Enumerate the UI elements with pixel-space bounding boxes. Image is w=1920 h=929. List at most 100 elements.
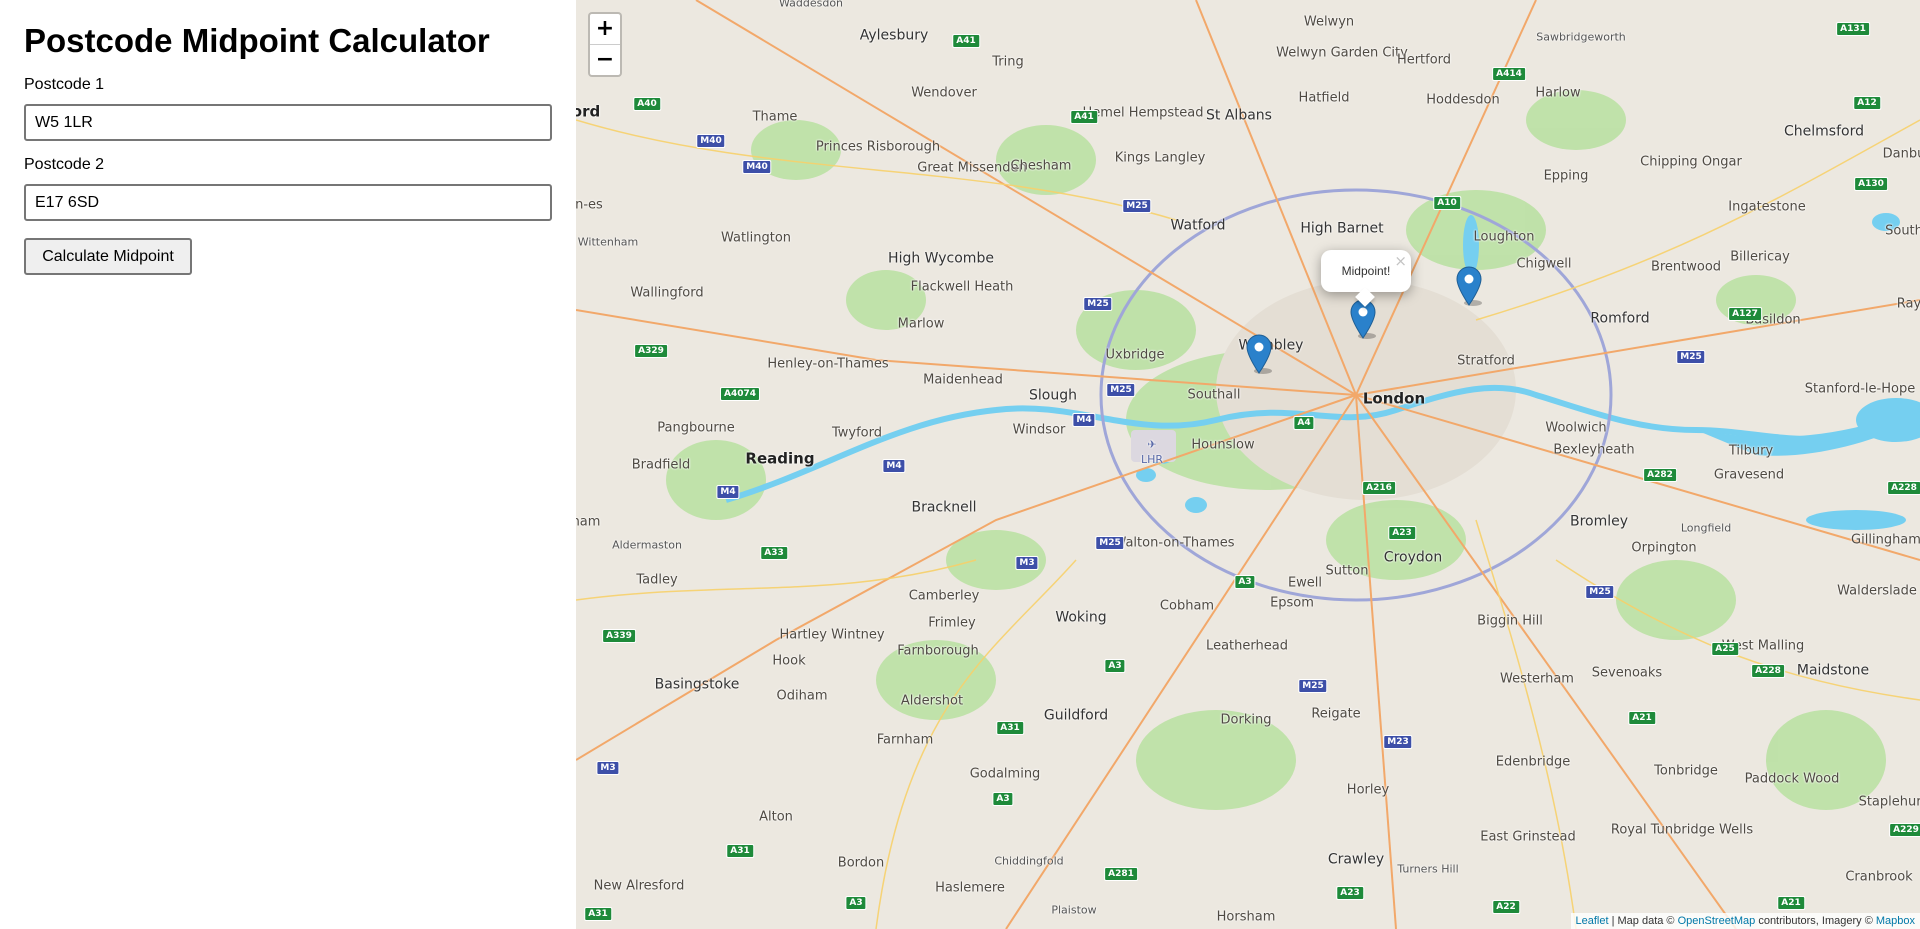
- place-label: Hartley Wintney: [779, 627, 885, 643]
- place-label: High Wycombe: [888, 250, 994, 267]
- road-shield: A40: [633, 97, 661, 111]
- place-label: Cobham: [1159, 598, 1215, 614]
- place-label: Sutton: [1325, 563, 1369, 579]
- place-label: Ray: [1896, 296, 1920, 312]
- road-shield: M4: [1072, 413, 1096, 427]
- leaflet-link[interactable]: Leaflet: [1576, 915, 1609, 927]
- road-shield: A3: [1234, 575, 1256, 589]
- place-label: Biggin Hill: [1477, 613, 1543, 629]
- place-label: New Alresford: [593, 878, 685, 894]
- place-label: ham: [576, 514, 601, 530]
- openstreetmap-link[interactable]: OpenStreetMap: [1678, 915, 1756, 927]
- place-label: Watford: [1170, 217, 1226, 234]
- place-label: Hertford: [1396, 52, 1452, 68]
- place-label: Bexleyheath: [1553, 442, 1635, 458]
- place-label: Kings Langley: [1114, 150, 1206, 166]
- place-label: Harlow: [1535, 85, 1581, 101]
- road-shield: A12: [1853, 96, 1881, 110]
- place-label: Cranbrook: [1845, 869, 1913, 885]
- road-shield: A4: [1293, 416, 1315, 430]
- place-label: Tilbury: [1728, 443, 1774, 459]
- place-label: Frimley: [928, 615, 976, 631]
- place-label: Chipping Ongar: [1640, 154, 1742, 170]
- road-shield: A41: [1070, 110, 1098, 124]
- place-label: Stanford-le-Hope: [1804, 381, 1916, 397]
- place-label: Thame: [752, 109, 798, 125]
- place-label: Sawbridgeworth: [1536, 30, 1626, 44]
- place-label: Henley-on-Thames: [767, 356, 889, 372]
- mapbox-link[interactable]: Mapbox: [1876, 915, 1915, 927]
- road-shield: A23: [1388, 526, 1416, 540]
- road-shield: M25: [1106, 383, 1136, 397]
- attribution-text: | Map data ©: [1608, 915, 1678, 927]
- place-label: Camberley: [908, 588, 980, 604]
- postcode2-input[interactable]: [24, 184, 552, 221]
- place-label: Farnborough: [897, 643, 979, 659]
- road-shield: A10: [1433, 196, 1461, 210]
- midpoint-popup: Midpoint! ×: [1321, 250, 1411, 307]
- place-label: Westerham: [1500, 671, 1574, 687]
- place-label: Woolwich: [1545, 420, 1607, 436]
- place-label: Crawley: [1327, 851, 1385, 868]
- place-label: Princes Risborough: [815, 139, 941, 155]
- place-label: St Albans: [1206, 107, 1272, 124]
- place-label: Alton: [759, 809, 793, 825]
- place-label: Reading: [745, 449, 815, 468]
- attribution-text: contributors, Imagery ©: [1755, 915, 1876, 927]
- place-label: Reigate: [1311, 706, 1361, 722]
- road-shield: A130: [1854, 177, 1888, 191]
- place-label: Hook: [772, 653, 806, 669]
- place-label: Edenbridge: [1495, 754, 1571, 770]
- airport-label: ✈ LHR: [1140, 438, 1164, 466]
- place-label: Godalming: [969, 766, 1041, 782]
- road-shield: A25: [1711, 642, 1739, 656]
- place-label: Maidstone: [1796, 662, 1870, 679]
- place-label: Orpington: [1631, 540, 1697, 556]
- place-label: Tring: [992, 54, 1024, 70]
- road-shield: A23: [1336, 886, 1364, 900]
- place-label: Stratford: [1457, 353, 1515, 369]
- place-label: Basingstoke: [654, 676, 740, 693]
- road-shield: M25: [1083, 297, 1113, 311]
- place-label: Loughton: [1473, 229, 1535, 245]
- map-attribution: Leaflet | Map data © OpenStreetMap contr…: [1570, 913, 1920, 929]
- road-shield: A4074: [719, 387, 761, 401]
- map[interactable]: London Reading Waddesdon Welwyn Sawbridg…: [576, 0, 1920, 929]
- place-label: Welwyn Garden City: [1276, 45, 1408, 61]
- place-label: High Barnet: [1300, 220, 1384, 237]
- road-shield: A3: [1104, 659, 1126, 673]
- place-label: Wallingford: [630, 285, 704, 301]
- place-label: Chelmsford: [1784, 123, 1864, 140]
- place-label: Tonbridge: [1654, 763, 1718, 779]
- road-shield: A3: [845, 896, 867, 910]
- place-label: Horsham: [1216, 909, 1276, 925]
- place-label: Wittenham: [577, 235, 639, 249]
- place-label: Welwyn: [1303, 14, 1355, 30]
- place-label: Sevenoaks: [1591, 665, 1663, 681]
- place-label: Maidenhead: [923, 372, 1003, 388]
- place-label: Farnham: [876, 732, 934, 748]
- postcode1-label: Postcode 1: [24, 76, 105, 93]
- calculate-midpoint-button[interactable]: Calculate Midpoint: [24, 238, 192, 275]
- place-label: Walton-on-Thames: [1113, 535, 1235, 551]
- road-shield: A228: [1887, 481, 1920, 495]
- place-label: Waddesdon: [778, 0, 844, 10]
- place-label: Tadley: [636, 572, 678, 588]
- postcode1-marker-icon[interactable]: [1246, 334, 1272, 374]
- place-label: East Grinstead: [1480, 829, 1576, 845]
- place-label: Paddock Wood: [1744, 771, 1840, 787]
- place-label: ord: [576, 102, 601, 121]
- road-shield: A131: [1836, 22, 1870, 36]
- postcode1-input[interactable]: [24, 104, 552, 141]
- postcode2-marker-icon[interactable]: [1456, 266, 1482, 306]
- road-shield: A41: [952, 34, 980, 48]
- zoom-in-button[interactable]: +: [590, 14, 620, 45]
- road-shield: A21: [1628, 711, 1656, 725]
- place-label: Odiham: [776, 688, 828, 704]
- zoom-out-button[interactable]: −: [590, 45, 620, 75]
- place-label: Haslemere: [935, 880, 1005, 896]
- popup-close-icon[interactable]: ×: [1394, 252, 1407, 270]
- road-shield: M4: [716, 485, 740, 499]
- place-label: Leatherhead: [1206, 638, 1288, 654]
- road-shield: A281: [1104, 867, 1138, 881]
